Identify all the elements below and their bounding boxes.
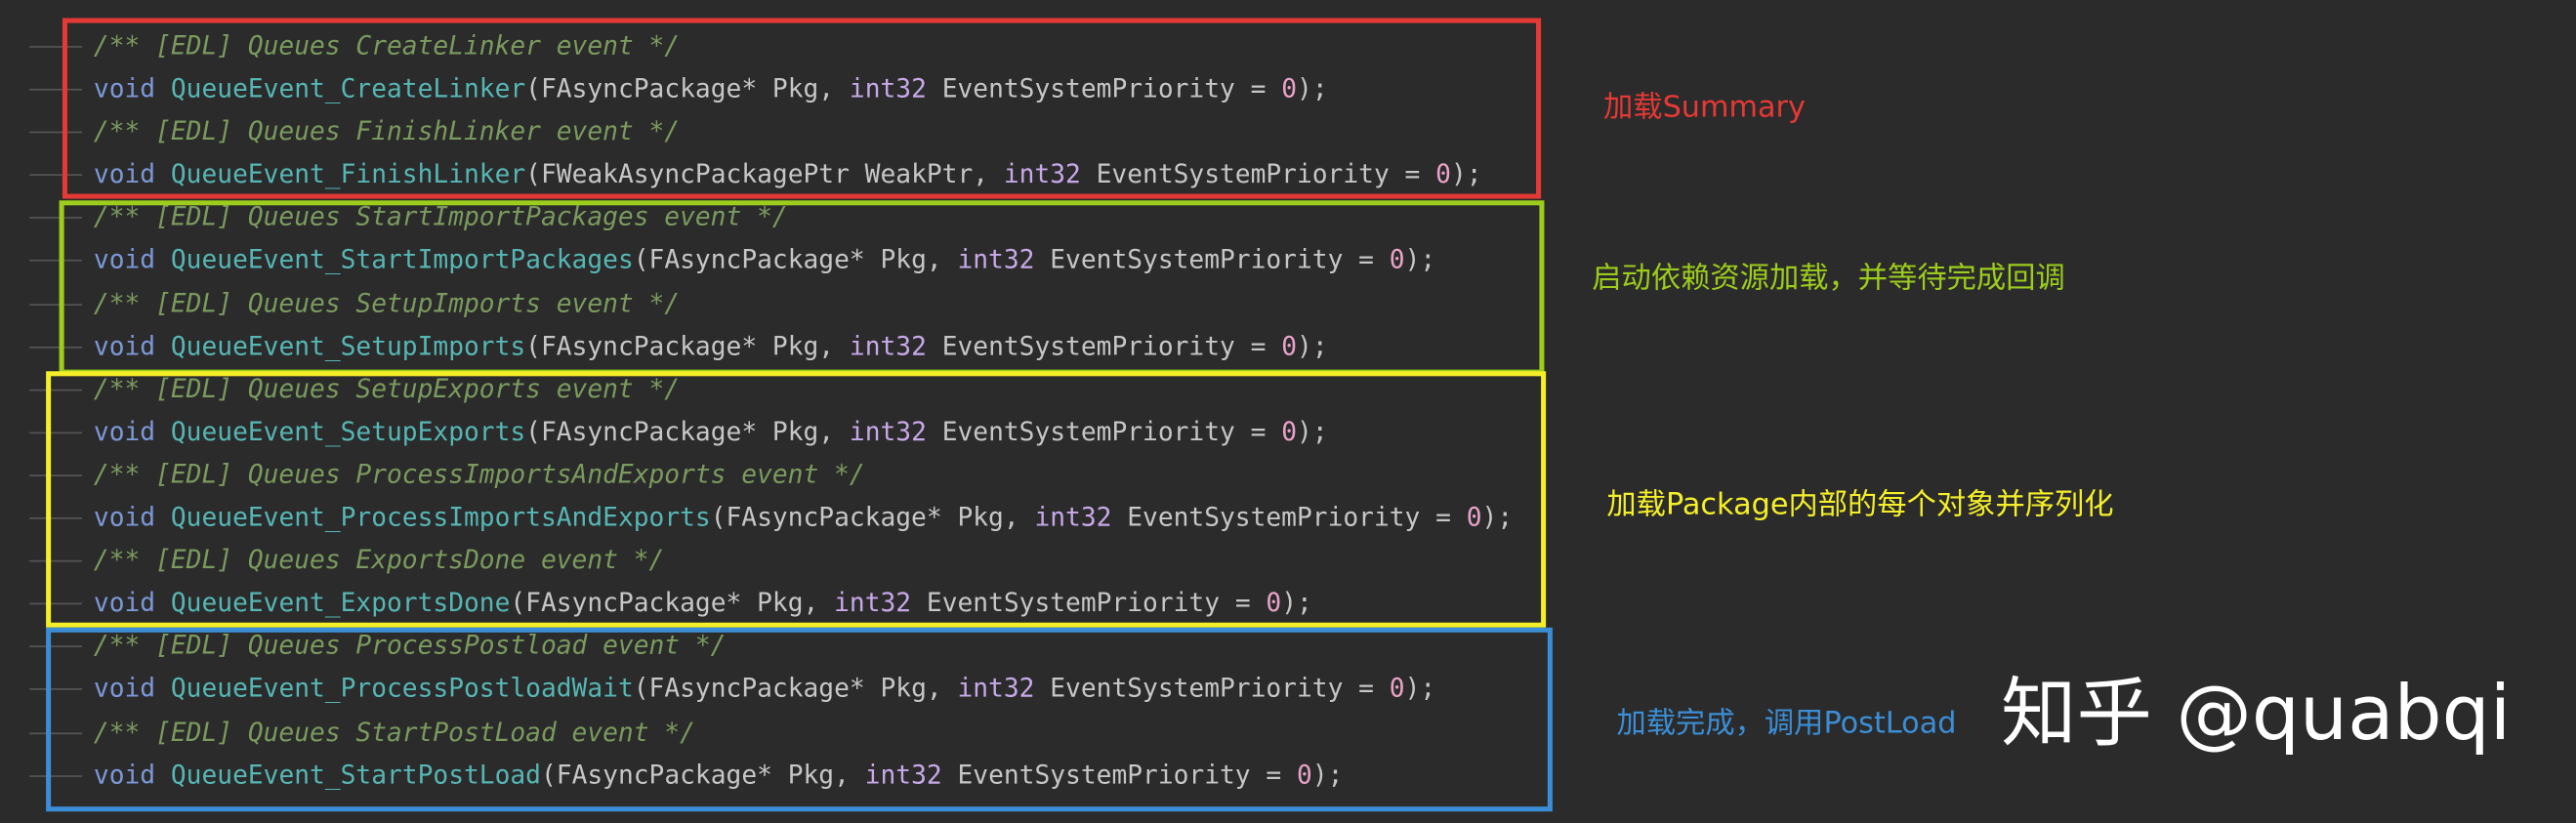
annotation-green: 启动依赖资源加载，并等待完成回调 xyxy=(1592,261,2065,296)
highlight-box-yellow xyxy=(46,371,1547,628)
annotation-blue: 加载完成，调用PostLoad xyxy=(1616,706,1957,741)
highlight-box-red xyxy=(62,18,1542,199)
highlight-box-blue xyxy=(46,627,1553,812)
watermark: 知乎 @quabqi xyxy=(2001,668,2512,758)
code-screenshot: /** [EDL] Queues CreateLinker event */ v… xyxy=(0,0,2576,823)
highlight-box-green xyxy=(59,200,1545,375)
annotation-red: 加载Summary xyxy=(1603,90,1806,125)
annotation-yellow: 加载Package内部的每个对象并序列化 xyxy=(1606,487,2114,523)
